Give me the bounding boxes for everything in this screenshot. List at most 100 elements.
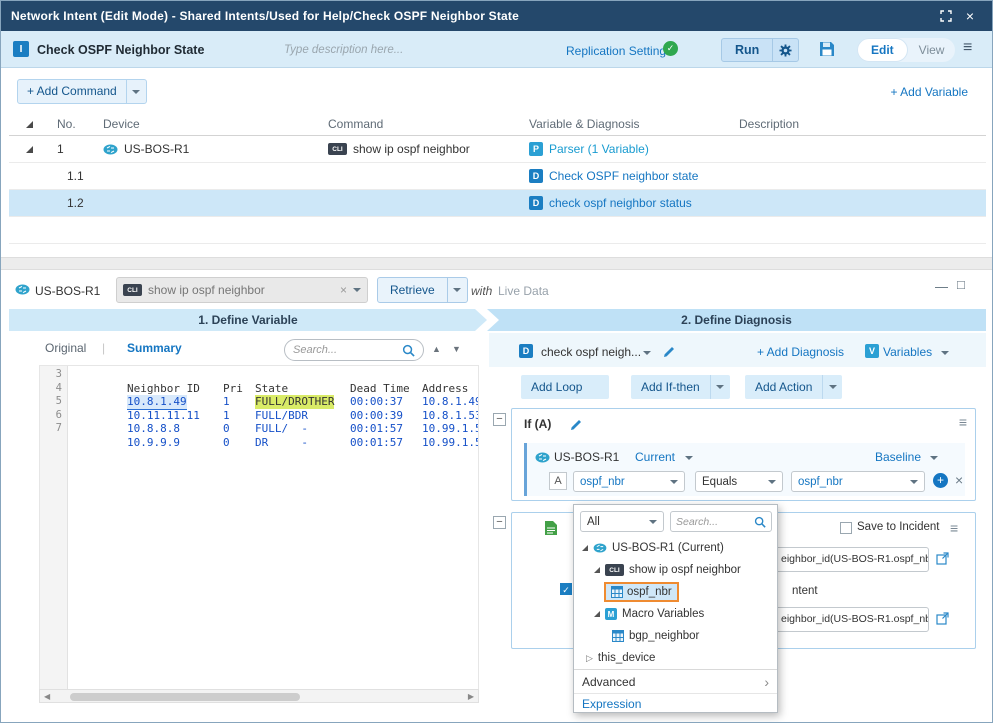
variable-search-input[interactable] [293, 344, 402, 356]
diagnosis-chevron-down-icon[interactable] [643, 351, 651, 355]
row-number: 1.2 [49, 196, 103, 210]
popup-search-input[interactable] [676, 516, 754, 528]
add-condition-icon[interactable]: + [933, 473, 948, 488]
tree-item-command[interactable]: CLI show ip ospf neighbor [574, 559, 777, 581]
popup-search[interactable] [670, 511, 772, 532]
table-row-empty [9, 217, 986, 244]
highlighted-value[interactable]: FULL/DROTHER [255, 395, 334, 409]
row-expand-icon[interactable] [26, 146, 33, 153]
search-next-icon[interactable]: ▼ [452, 344, 461, 354]
tree-item-ospf-nbr[interactable]: ospf_nbr [574, 581, 777, 603]
expand-all-icon[interactable] [26, 121, 33, 128]
add-diagnosis-link[interactable]: + Add Diagnosis [757, 345, 844, 359]
tree-expanded-icon[interactable] [594, 611, 600, 617]
save-to-incident-checkbox[interactable] [840, 522, 852, 534]
edit-diagnosis-pencil-icon[interactable] [663, 346, 675, 358]
add-command-chevron-down-icon[interactable] [126, 80, 146, 103]
remove-condition-icon[interactable]: × [955, 472, 963, 488]
run-button[interactable]: Run [722, 39, 772, 61]
diagnosis-name-dropdown[interactable]: check ospf neigh... [541, 345, 641, 359]
add-action-chevron-down-icon[interactable] [822, 375, 842, 399]
baseline-selector[interactable]: Baseline [875, 450, 921, 464]
current-chevron-down-icon[interactable] [685, 456, 693, 460]
tree-item-device[interactable]: US-BOS-R1 (Current) [574, 537, 777, 559]
run-settings-gear-icon[interactable] [772, 39, 798, 61]
tab-original[interactable]: Original [45, 341, 86, 355]
search-icon [754, 516, 766, 528]
variables-chevron-down-icon[interactable] [941, 351, 949, 355]
tree-item-macro-variables[interactable]: M Macro Variables [574, 603, 777, 625]
selected-variable-highlight[interactable]: ospf_nbr [604, 582, 679, 602]
baseline-chevron-down-icon[interactable] [930, 456, 938, 460]
tree-expanded-icon[interactable] [594, 567, 600, 573]
open-external-icon[interactable] [936, 612, 949, 625]
tree-item-label: this_device [598, 652, 656, 664]
expression-menu-item[interactable]: Expression [574, 693, 777, 713]
line-number-gutter: 3 4 5 6 7 [40, 366, 68, 689]
add-if-then-chevron-down-icon[interactable] [710, 375, 730, 399]
open-external-icon[interactable] [936, 552, 949, 565]
table-row-command-1[interactable]: 1 US-BOS-R1 CLI show ip ospf neighbor P … [9, 136, 986, 163]
diagnosis-icon: D [529, 196, 543, 210]
menu-icon[interactable]: ≡ [963, 40, 972, 56]
table-row-diagnosis-1-1[interactable]: 1.1 D Check OSPF neighbor state [9, 163, 986, 190]
pane-maximize-icon[interactable]: □ [957, 277, 965, 292]
retrieve-chevron-down-icon[interactable] [447, 278, 467, 302]
intent-icon: I [13, 41, 29, 57]
device-icon [15, 284, 30, 295]
right-operand-value: ospf_nbr [798, 476, 843, 488]
if-block-title: If (A) [524, 417, 551, 431]
output-block-menu-icon[interactable]: ≡ [950, 521, 958, 535]
command-select[interactable]: CLI show ip ospf neighbor × [116, 277, 368, 303]
fullscreen-icon[interactable] [934, 5, 958, 27]
tree-item-bgp-neighbor[interactable]: bgp_neighbor [574, 625, 777, 647]
tree-collapsed-icon[interactable]: ▷ [586, 653, 593, 664]
horizontal-scrollbar[interactable]: ◀ ▶ [39, 689, 479, 703]
collapse-then-block-icon[interactable]: − [493, 516, 506, 529]
scroll-left-icon[interactable]: ◀ [44, 692, 50, 701]
edit-condition-pencil-icon[interactable] [570, 419, 582, 431]
live-data-selector[interactable]: Live Data [498, 284, 549, 298]
description-input[interactable] [284, 40, 494, 60]
tree-expanded-icon[interactable] [582, 545, 588, 551]
diagnosis-link[interactable]: Check OSPF neighbor state [549, 169, 698, 183]
scrollbar-thumb[interactable] [70, 693, 300, 701]
view-mode-button[interactable]: View [908, 43, 956, 57]
save-icon[interactable] [819, 41, 835, 60]
collapse-if-block-icon[interactable]: − [493, 413, 506, 426]
tab-summary[interactable]: Summary [127, 341, 182, 355]
add-if-then-button[interactable]: Add If-then [631, 375, 730, 399]
clear-command-icon[interactable]: × [340, 283, 347, 297]
retrieve-button[interactable]: Retrieve [378, 278, 447, 302]
variable-search[interactable] [284, 339, 424, 361]
command-chevron-down-icon[interactable] [353, 288, 361, 292]
add-action-button[interactable]: Add Action [745, 375, 842, 399]
search-prev-icon[interactable]: ▲ [432, 344, 441, 354]
add-loop-button[interactable]: Add Loop [521, 375, 609, 399]
replication-settings-link[interactable]: Replication Settings [566, 44, 672, 58]
pane-minimize-icon[interactable]: — [935, 279, 948, 294]
if-block-menu-icon[interactable]: ≡ [959, 415, 967, 429]
selected-value[interactable]: 10.8.1.49 [127, 395, 187, 410]
add-variable-link[interactable]: + Add Variable [890, 85, 968, 99]
checked-option-checkbox[interactable]: ✓ [560, 583, 572, 595]
column-command: Command [328, 117, 529, 131]
variables-dropdown[interactable]: Variables [883, 345, 932, 359]
tree-item-this-device[interactable]: ▷ this_device [574, 647, 777, 669]
advanced-menu-item[interactable]: Advanced › [574, 669, 777, 693]
variable-picker-popup: All US-BOS-R1 (Current) CLI show ip ospf… [573, 504, 778, 713]
table-row-diagnosis-1-2[interactable]: 1.2 D check ospf neighbor status [9, 190, 986, 217]
diagnosis-link[interactable]: check ospf neighbor status [549, 196, 692, 210]
parser-link[interactable]: Parser (1 Variable) [549, 142, 649, 156]
parsed-output-view: 3 4 5 6 7 Neighbor IDPriStateDead TimeAd… [39, 365, 479, 689]
operator-dropdown[interactable]: Equals [695, 471, 783, 492]
cli-icon: CLI [605, 564, 624, 576]
left-operand-dropdown[interactable]: ospf_nbr [573, 471, 685, 492]
close-icon[interactable]: × [958, 5, 982, 27]
add-command-button[interactable]: + Add Command [17, 79, 147, 104]
scope-filter-dropdown[interactable]: All [580, 511, 664, 532]
right-operand-dropdown[interactable]: ospf_nbr [791, 471, 925, 492]
current-selector[interactable]: Current [635, 450, 675, 464]
edit-mode-button[interactable]: Edit [857, 38, 908, 62]
scroll-right-icon[interactable]: ▶ [468, 692, 474, 701]
